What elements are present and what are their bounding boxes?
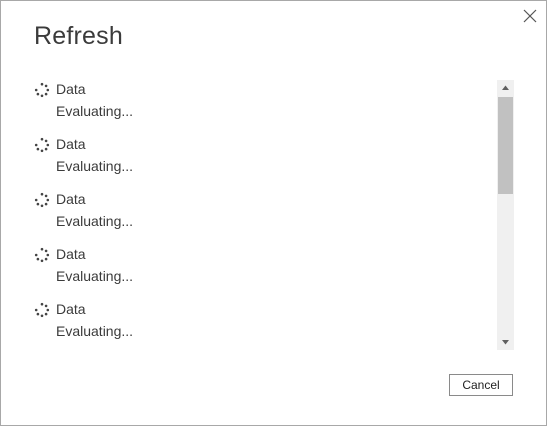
arrow-up-icon <box>502 85 509 90</box>
refresh-item: Data Evaluating... <box>34 81 484 136</box>
item-status: Evaluating... <box>56 268 134 284</box>
refresh-item: Data Evaluating... <box>34 246 484 301</box>
item-name: Data <box>56 81 86 97</box>
item-name: Data <box>56 136 86 152</box>
loading-spinner-icon <box>34 82 50 98</box>
refresh-dialog: Refresh Data Evaluating... Data Evaluati… <box>0 0 547 426</box>
close-button[interactable] <box>521 7 539 25</box>
item-status: Evaluating... <box>56 158 134 174</box>
scroll-up-button[interactable] <box>497 80 514 97</box>
item-name: Data <box>56 301 86 317</box>
scrollbar-thumb[interactable] <box>498 97 513 194</box>
close-icon <box>523 9 537 23</box>
item-name: Data <box>56 191 86 207</box>
cancel-button[interactable]: Cancel <box>449 374 513 396</box>
vertical-scrollbar[interactable] <box>497 80 514 350</box>
item-name: Data <box>56 246 86 262</box>
scroll-down-button[interactable] <box>497 333 514 350</box>
item-status: Evaluating... <box>56 323 134 339</box>
arrow-down-icon <box>502 340 509 345</box>
loading-spinner-icon <box>34 302 50 318</box>
refresh-item-list: Data Evaluating... Data Evaluating... Da… <box>34 81 484 351</box>
loading-spinner-icon <box>34 247 50 263</box>
refresh-item: Data Evaluating... <box>34 191 484 246</box>
item-status: Evaluating... <box>56 213 134 229</box>
loading-spinner-icon <box>34 192 50 208</box>
item-status: Evaluating... <box>56 103 134 119</box>
dialog-title: Refresh <box>34 22 123 50</box>
refresh-item: Data Evaluating... <box>34 136 484 191</box>
loading-spinner-icon <box>34 137 50 153</box>
refresh-item: Data Evaluating... <box>34 301 484 351</box>
